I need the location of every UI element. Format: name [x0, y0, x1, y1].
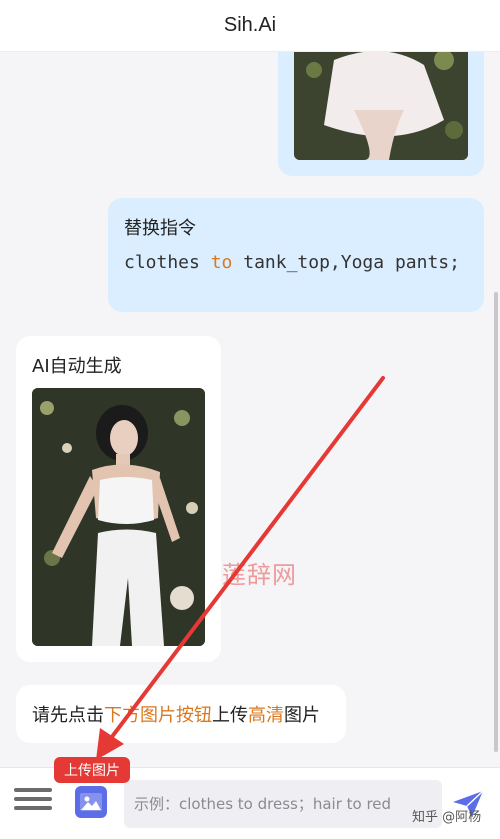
site-watermark: 莲辞网: [222, 561, 297, 589]
user-command-message: 替换指令 clothes to tank_top,Yoga pants;: [108, 198, 484, 312]
command-code-post: tank_top,Yoga pants;: [232, 252, 460, 273]
prompt-input[interactable]: [134, 795, 432, 813]
ai-result-message: AI自动生成: [16, 336, 221, 662]
image-upload-button[interactable]: [75, 786, 107, 818]
hint-highlight-button: 下方图片按钮: [104, 705, 212, 726]
menu-icon[interactable]: [14, 788, 52, 818]
uploaded-photo[interactable]: [294, 52, 468, 160]
hint-text-3: 图片: [284, 705, 320, 726]
generated-photo[interactable]: [32, 388, 205, 646]
hint-highlight-hd: 高清: [248, 705, 284, 726]
command-title: 替换指令: [124, 218, 196, 239]
command-code: clothes to tank_top,Yoga pants;: [124, 250, 466, 276]
user-image-message: [278, 52, 484, 176]
chat-area[interactable]: 替换指令 clothes to tank_top,Yoga pants; AI自…: [0, 52, 500, 767]
ai-result-title: AI自动生成: [32, 356, 122, 377]
prompt-input-wrapper[interactable]: [124, 780, 442, 828]
command-code-pre: clothes: [124, 252, 211, 273]
app-title: Sih.Ai: [223, 14, 277, 36]
source-credit: 知乎 @阿杨: [412, 810, 482, 825]
upload-tooltip: 上传图片: [54, 757, 130, 783]
hint-text-2: 上传: [212, 705, 248, 726]
upload-hint-message: 请先点击 下方图片按钮 上传 高清 图片: [16, 685, 346, 743]
scrollbar-thumb[interactable]: [494, 292, 498, 752]
image-icon: [80, 793, 102, 811]
app-header: Sih.Ai: [0, 0, 500, 52]
command-keyword: to: [210, 252, 233, 273]
hint-text-1: 请先点击: [32, 705, 104, 726]
